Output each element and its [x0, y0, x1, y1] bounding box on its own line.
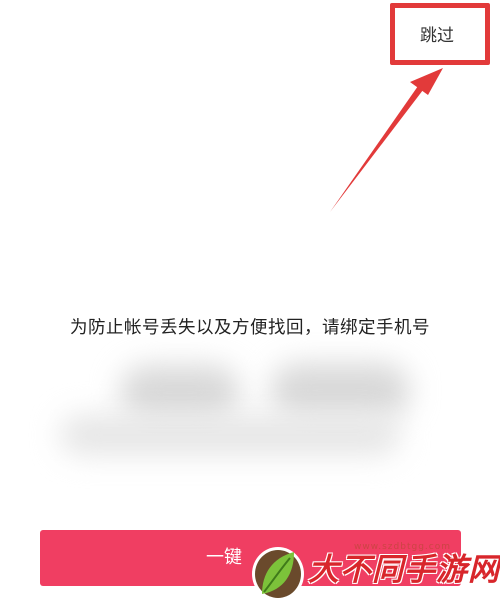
- skip-button[interactable]: 跳过: [420, 26, 454, 46]
- bind-phone-screen: 跳过 为防止帐号丢失以及方便找回，请绑定手机号 一键 www.szdbtgg.c…: [0, 0, 500, 604]
- blurred-phone-info: [40, 355, 460, 465]
- bind-phone-prompt: 为防止帐号丢失以及方便找回，请绑定手机号: [70, 318, 430, 338]
- one-click-bind-label: 一键: [206, 547, 242, 568]
- red-arrow-icon: [330, 68, 443, 212]
- one-click-bind-button[interactable]: [40, 530, 461, 586]
